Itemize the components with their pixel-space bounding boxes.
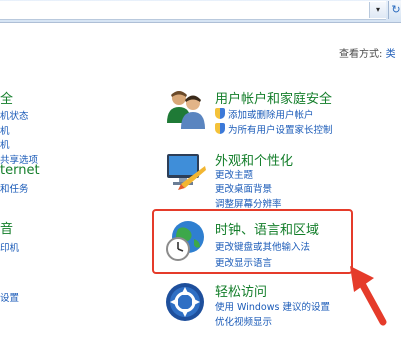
address-bar[interactable]: ▾ [0, 1, 386, 20]
link-label: 添加或删除用户帐户 [228, 110, 314, 121]
red-arrow-icon [346, 264, 388, 329]
left-link[interactable]: 机 [0, 137, 10, 151]
refresh-icon: ↻ [391, 3, 401, 16]
link-adjust-resolution[interactable]: 调整屏幕分辨率 [215, 196, 282, 210]
link-add-remove-users[interactable]: 添加或删除用户帐户 [215, 107, 314, 121]
link-parental-controls[interactable]: 为所有用户设置家长控制 [215, 122, 333, 136]
left-link[interactable]: 印机 [0, 240, 19, 254]
appearance-personalization-icon[interactable] [165, 150, 207, 195]
link-change-theme[interactable]: 更改主题 [215, 167, 253, 181]
view-by: 查看方式: 类 [339, 45, 396, 60]
shield-icon [215, 108, 225, 119]
link-change-desktop-background[interactable]: 更改桌面背景 [215, 181, 272, 195]
shield-icon [215, 123, 225, 134]
address-dropdown-button[interactable]: ▾ [369, 2, 386, 18]
link-windows-recommended-settings[interactable]: 使用 Windows 建议的设置 [215, 299, 330, 313]
address-bar-strip: ▾ ↻ [0, 0, 401, 23]
highlight-box [152, 209, 353, 274]
link-optimize-video-display[interactable]: 优化视频显示 [215, 314, 272, 328]
left-link[interactable]: 和任务 [0, 181, 29, 195]
left-link[interactable]: 机状态 [0, 108, 29, 122]
chevron-down-icon: ▾ [375, 5, 380, 14]
left-link[interactable]: 机 [0, 123, 10, 137]
left-category-title[interactable]: 音 [0, 218, 13, 237]
left-category-title[interactable]: 全 [0, 88, 13, 107]
refresh-button[interactable]: ↻ [388, 1, 401, 19]
view-by-dropdown[interactable]: 类 [386, 49, 396, 60]
link-label: 为所有用户设置家长控制 [228, 125, 333, 136]
left-link[interactable]: 设置 [0, 290, 19, 304]
left-category-title[interactable]: ternet [0, 163, 40, 178]
user-accounts-icon[interactable] [164, 87, 208, 134]
ease-of-access-icon[interactable] [165, 282, 207, 327]
category-title-ease-of-access[interactable]: 轻松访问 [215, 281, 267, 300]
category-title-user-accounts[interactable]: 用户帐户和家庭安全 [215, 88, 332, 107]
view-by-label: 查看方式: [339, 49, 383, 60]
